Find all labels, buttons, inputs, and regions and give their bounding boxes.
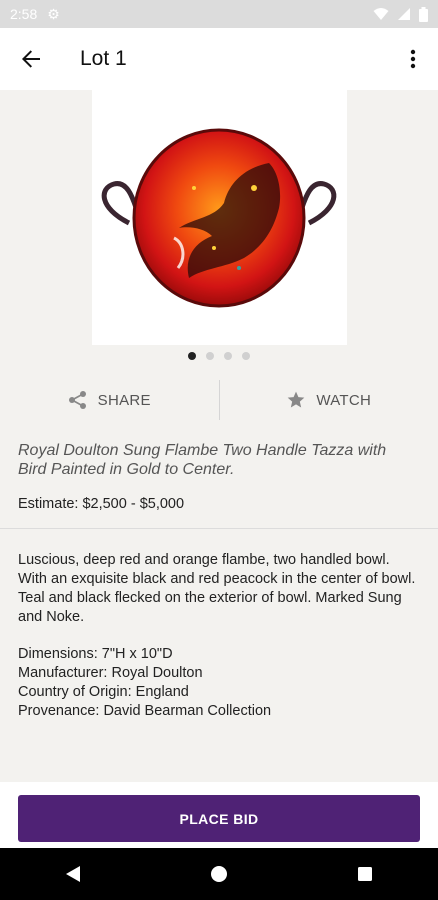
lot-estimate: Estimate: $2,500 - $5,000 [18, 496, 185, 512]
triangle-back-icon [66, 866, 80, 882]
share-icon [68, 391, 86, 409]
lot-image[interactable] [91, 90, 347, 345]
section-divider [0, 528, 438, 529]
share-label: SHARE [97, 391, 151, 409]
lot-image-carousel[interactable] [0, 90, 438, 345]
wifi-icon [373, 8, 389, 20]
nav-recents-button[interactable] [345, 854, 385, 894]
action-row: SHARE WATCH [0, 378, 438, 422]
more-vert-icon [410, 49, 416, 69]
status-bar: 2:58 ⚙ [0, 0, 438, 28]
back-button[interactable] [0, 28, 62, 90]
spec-provenance: Provenance: David Bearman Collection [18, 703, 272, 719]
square-recents-icon [358, 867, 372, 881]
more-options-button[interactable] [388, 28, 438, 90]
spec-manufacturer: Manufacturer: Royal Doulton [18, 665, 203, 681]
share-button[interactable]: SHARE [0, 390, 219, 410]
watch-button[interactable]: WATCH [220, 390, 438, 410]
gear-icon: ⚙ [47, 5, 60, 22]
star-icon [287, 391, 305, 408]
carousel-dot [206, 352, 214, 360]
app-bar: Lot 1 [0, 28, 438, 90]
lot-specs: Dimensions: 7"H x 10"D Manufacturer: Roy… [18, 645, 420, 721]
tazza-bowl-image [101, 128, 337, 307]
system-nav-bar [0, 848, 438, 900]
status-time: 2:58 [10, 6, 38, 22]
spec-country: Country of Origin: England [18, 684, 189, 700]
carousel-indicator [0, 352, 438, 360]
carousel-dot [224, 352, 232, 360]
arrow-back-icon [22, 50, 40, 68]
lot-title: Royal Doulton Sung Flambe Two Handle Taz… [18, 442, 387, 478]
page-title: Lot 1 [80, 47, 127, 70]
watch-label: WATCH [316, 391, 372, 409]
place-bid-button[interactable]: PLACE BID [18, 795, 420, 842]
carousel-dot [242, 352, 250, 360]
lot-description: Luscious, deep red and orange flambe, tw… [18, 552, 416, 625]
carousel-dot-active [188, 352, 196, 360]
battery-icon [419, 6, 428, 22]
circle-home-icon [211, 866, 227, 882]
spec-dimensions: Dimensions: 7"H x 10"D [18, 646, 173, 662]
signal-icon [398, 8, 410, 20]
nav-home-button[interactable] [199, 854, 239, 894]
nav-back-button[interactable] [53, 854, 93, 894]
